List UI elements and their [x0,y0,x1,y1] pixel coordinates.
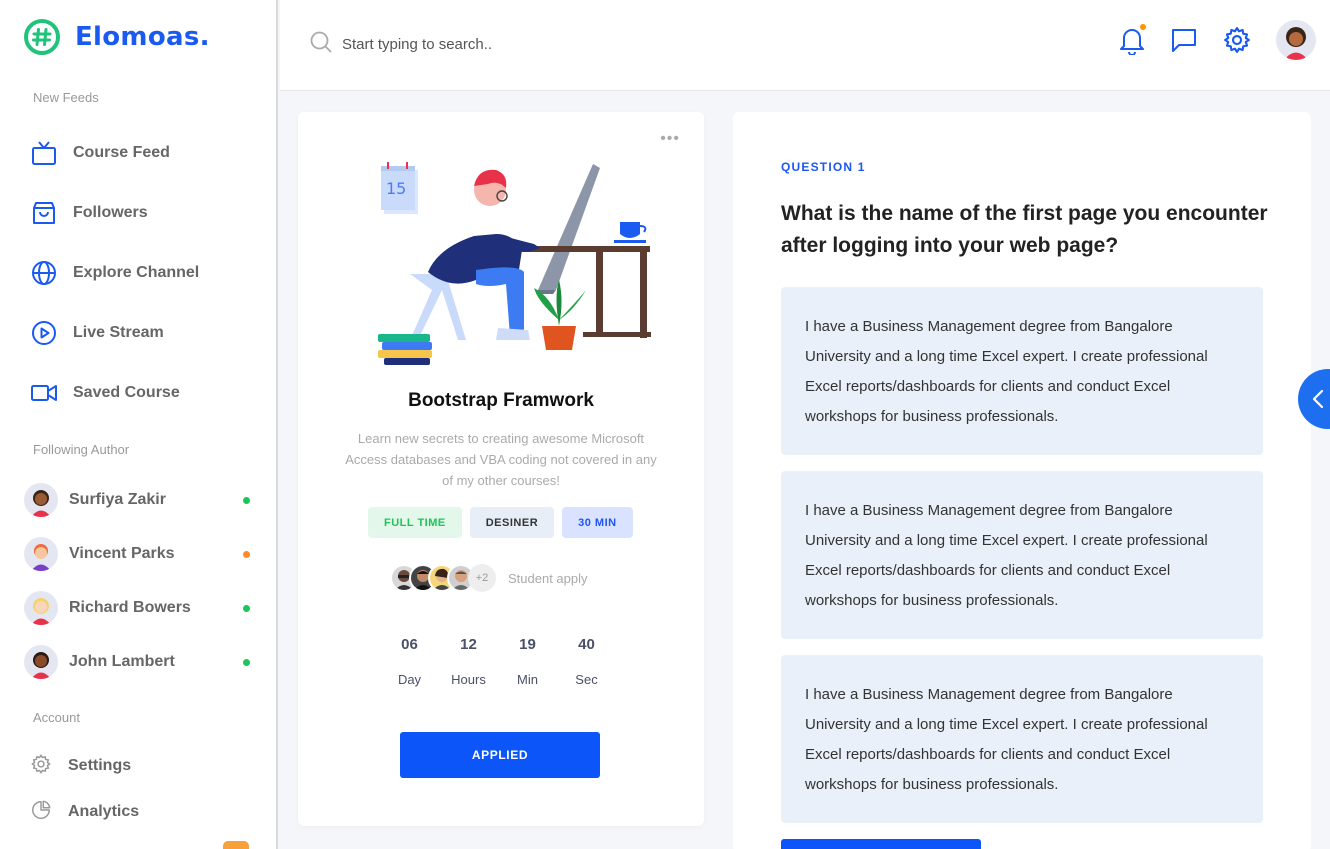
author-name: Surfiya Zakir [69,491,166,508]
sidebar-item-followers[interactable]: Followers [31,198,148,228]
user-avatar[interactable] [1276,20,1316,60]
sidebar: Elomoas. New Feeds Course Feed Followers… [0,0,278,849]
countdown-value: 06 [401,636,418,653]
messages-button[interactable] [1168,24,1200,56]
section-label-following-author: Following Author [33,442,130,457]
globe-icon [31,260,57,286]
question-text: What is the name of the first page you e… [781,202,1268,257]
more-options-icon[interactable]: ••• [660,131,680,147]
search-bar[interactable] [310,31,642,58]
notification-dot [1140,24,1146,30]
tv-icon [31,140,57,166]
countdown-hours: 12 Hours [439,636,498,687]
sidebar-item-label: Followers [73,204,148,221]
gear-icon [1224,27,1250,53]
countdown-value: 40 [578,636,595,653]
play-circle-icon [31,320,57,346]
video-camera-icon [31,380,57,406]
author-name: Richard Bowers [69,599,191,616]
svg-text:15: 15 [386,179,406,198]
course-description: Learn new secrets to creating awesome Mi… [345,431,657,488]
countdown-timer: 06 Day 12 Hours 19 Min 40 Sec [380,636,616,687]
question-number: QUESTION 1 [781,160,866,174]
author-name: Vincent Parks [69,545,175,562]
course-tags: FULL TIME DESINER 30 MIN [368,507,633,538]
notifications-button[interactable] [1116,24,1148,56]
settings-button[interactable] [1221,24,1253,56]
author-item-vincent-parks[interactable]: Vincent Parks [24,536,254,572]
author-name: John Lambert [69,653,175,670]
online-status-dot [243,604,250,612]
countdown-days: 06 Day [380,636,439,687]
online-status-dot [243,496,250,504]
avatar [24,591,58,625]
hashtag-logo-icon [24,19,60,55]
answer-option[interactable]: I have a Business Management degree from… [781,471,1263,639]
sidebar-item-label: Settings [68,757,132,774]
tag-duration[interactable]: 30 MIN [562,507,633,538]
countdown-unit: Sec [575,672,598,687]
sidebar-item-settings[interactable]: Settings [30,752,131,780]
chevron-left-icon [1312,389,1324,409]
avatar [24,645,58,679]
gear-icon [30,753,52,780]
chat-badge[interactable] [223,841,249,849]
answer-option[interactable]: I have a Business Management degree from… [781,655,1263,823]
author-item-surfiya-zakir[interactable]: Surfiya Zakir [24,482,254,518]
course-card: ••• 15 Bootstrap Framwork Learn new secr… [298,112,704,826]
countdown-unit: Hours [451,672,486,687]
author-item-richard-bowers[interactable]: Richard Bowers [24,590,254,626]
sidebar-item-live-stream[interactable]: Live Stream [31,318,164,348]
sidebar-item-analytics[interactable]: Analytics [30,798,139,826]
countdown-unit: Day [397,672,422,687]
search-input[interactable] [342,36,642,53]
sidebar-item-label: Analytics [68,803,140,820]
search-icon [310,31,332,58]
students-label: Student apply [508,570,588,586]
sidebar-item-label: Explore Channel [73,264,200,281]
more-students-count[interactable]: +2 [468,564,496,592]
countdown-value: 19 [519,636,536,653]
applied-button[interactable]: APPLIED [400,732,600,778]
question-card: QUESTION 1 What is the name of the first… [733,112,1311,849]
students-applied: +2 Student apply [390,564,588,592]
away-status-dot [243,550,250,558]
sidebar-item-label: Saved Course [73,384,180,401]
sidebar-item-explore-channel[interactable]: Explore Channel [31,258,199,288]
sidebar-item-saved-course[interactable]: Saved Course [31,378,180,408]
sidebar-item-label: Live Stream [73,324,164,341]
countdown-value: 12 [460,636,477,653]
countdown-seconds: 40 Sec [557,636,616,687]
countdown-minutes: 19 Min [498,636,557,687]
top-header [280,0,1330,91]
sidebar-item-course-feed[interactable]: Course Feed [31,138,170,168]
countdown-unit: Min [517,672,538,687]
brand-name: Elomoas. [75,22,210,52]
online-status-dot [243,658,250,666]
person-working-illustration: 15 [378,162,651,365]
avatar [24,537,58,571]
tag-designer[interactable]: DESINER [469,507,555,538]
section-label-account: Account [33,710,80,725]
brand-logo[interactable]: Elomoas. [23,18,210,56]
chat-bubble-icon [1172,29,1196,52]
avatar [24,483,58,517]
tag-full-time[interactable]: FULL TIME [368,507,462,538]
course-title: Bootstrap Framwork [408,390,594,411]
answer-option[interactable]: I have a Business Management degree from… [781,287,1263,455]
pie-chart-icon [30,799,52,826]
calendar-icon: 15 [381,162,418,214]
author-item-john-lambert[interactable]: John Lambert [24,644,254,680]
section-label-new-feeds: New Feeds [33,90,99,105]
sidebar-item-label: Course Feed [73,144,170,161]
next-question-button[interactable] [781,839,981,849]
shopping-bag-icon [31,200,57,226]
